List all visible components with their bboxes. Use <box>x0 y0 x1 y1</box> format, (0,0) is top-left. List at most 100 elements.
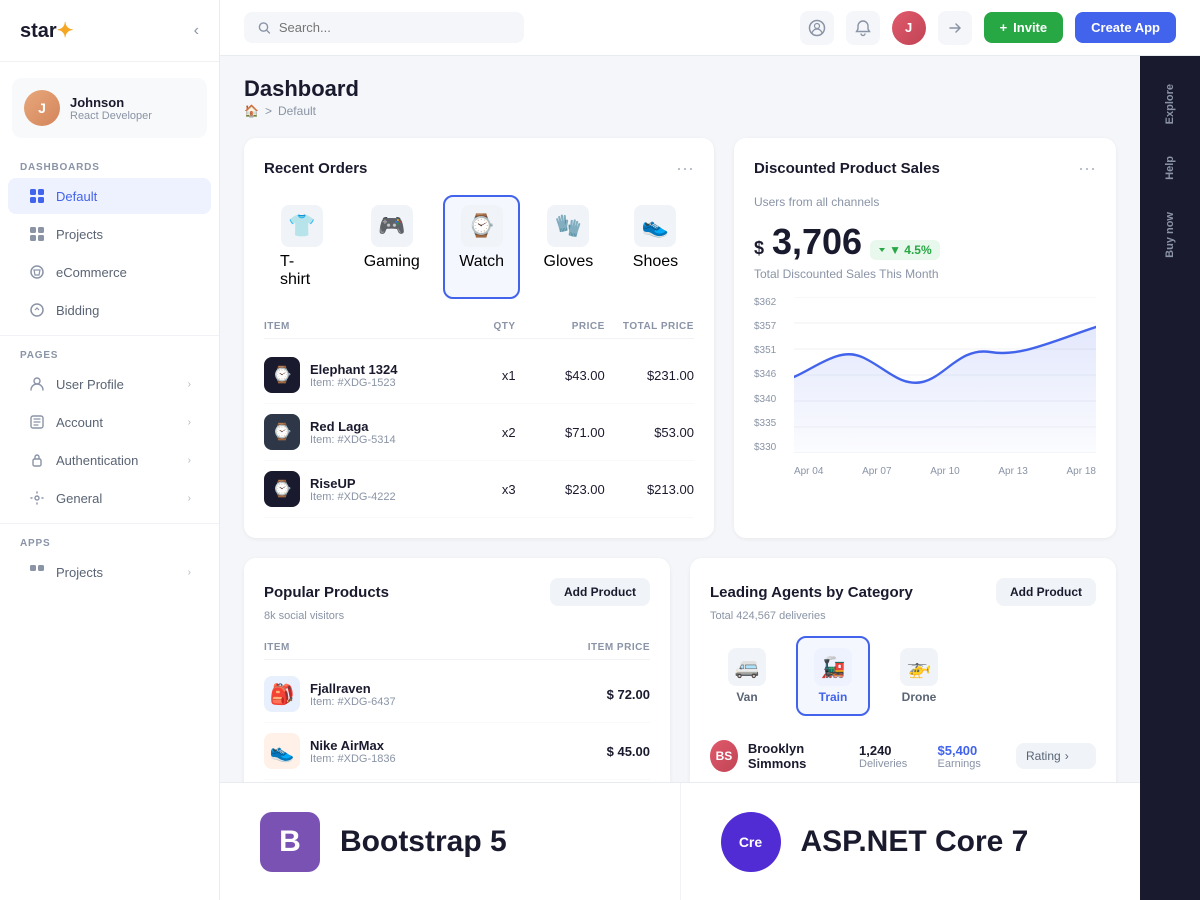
dashboards-section-label: DASHBOARDS <box>0 154 219 177</box>
recent-orders-card: Recent Orders ··· 👕 T-shirt 🎮 Gaming <box>244 138 714 538</box>
sidebar-item-bidding[interactable]: Bidding <box>8 292 211 328</box>
product-price: $ 45.00 <box>521 744 650 759</box>
agent-avatar: BS <box>710 740 738 772</box>
category-tab-watch[interactable]: ⌚ Watch <box>443 195 519 299</box>
main-area: J + Invite Create App Dashboard 🏠 > <box>220 0 1200 900</box>
sidebar-item-label: eCommerce <box>56 265 127 280</box>
breadcrumb: 🏠 > Default <box>244 104 359 118</box>
sales-title: Discounted Product Sales <box>754 160 940 177</box>
promo-overlay: B Bootstrap 5 Cre ASP.NET Core 7 <box>220 782 1140 900</box>
product-item: 🎒 Fjallraven Item: #XDG-6437 <box>264 676 521 712</box>
list-item: 🎒 Fjallraven Item: #XDG-6437 $ 72.00 <box>264 666 650 723</box>
product-price: $ 72.00 <box>521 687 650 702</box>
create-app-button[interactable]: Create App <box>1075 12 1176 43</box>
sidebar-item-label: Account <box>56 415 103 430</box>
cat-label: Shoes <box>633 253 678 271</box>
invite-button[interactable]: + Invite <box>984 12 1064 43</box>
user-avatar-topbar[interactable]: J <box>892 11 926 45</box>
explore-item[interactable]: Explore <box>1156 72 1184 136</box>
leading-agents-header: Leading Agents by Category Add Product <box>710 578 1096 606</box>
sidebar-item-default[interactable]: Default <box>8 178 211 214</box>
page-title-area: Dashboard 🏠 > Default <box>244 76 359 118</box>
sidebar-collapse-button[interactable]: ‹ <box>194 22 199 40</box>
recent-orders-title: Recent Orders <box>264 160 367 177</box>
bidding-icon <box>28 301 46 319</box>
add-product-button-2[interactable]: Add Product <box>996 578 1096 606</box>
sidebar-divider-2 <box>0 523 219 524</box>
add-product-button[interactable]: Add Product <box>550 578 650 606</box>
chevron-down-icon: › <box>188 455 191 466</box>
sidebar-item-projects[interactable]: Projects <box>8 216 211 252</box>
search-icon <box>258 21 271 35</box>
account-icon <box>28 413 46 431</box>
user-circle-icon[interactable] <box>800 11 834 45</box>
sidebar: star✦ ‹ J Johnson React Developer DASHBO… <box>0 0 220 900</box>
sales-number: 3,706 <box>772 221 862 263</box>
trend-down-icon <box>878 246 886 254</box>
avatar: J <box>24 90 60 126</box>
category-tab-tshirt[interactable]: 👕 T-shirt <box>264 195 340 299</box>
breadcrumb-home-icon: 🏠 <box>244 104 259 118</box>
order-price: $71.00 <box>524 425 605 440</box>
topbar: J + Invite Create App <box>220 0 1200 56</box>
rating-button[interactable]: Rating › <box>1016 743 1096 769</box>
order-details: Red Laga Item: #XDG-5314 <box>310 419 396 446</box>
chart-svg-wrapper <box>794 297 1096 453</box>
sidebar-item-ecommerce[interactable]: eCommerce <box>8 254 211 290</box>
agent-tab-train[interactable]: 🚂 Train <box>796 636 870 716</box>
topbar-right: J + Invite Create App <box>800 11 1176 45</box>
category-tab-gaming[interactable]: 🎮 Gaming <box>348 195 435 299</box>
agent-tab-drone[interactable]: 🚁 Drone <box>882 636 956 716</box>
order-qty: x1 <box>434 368 515 383</box>
sidebar-item-authentication[interactable]: Authentication › <box>8 442 211 478</box>
search-box[interactable] <box>244 12 524 43</box>
sidebar-item-general[interactable]: General › <box>8 480 211 516</box>
order-item: ⌚ Red Laga Item: #XDG-5314 <box>264 414 426 450</box>
buy-now-item[interactable]: Buy now <box>1156 200 1184 270</box>
agent-tab-van[interactable]: 🚐 Van <box>710 636 784 716</box>
category-tab-shoes[interactable]: 👟 Shoes <box>617 195 694 299</box>
order-item: ⌚ RiseUP Item: #XDG-4222 <box>264 471 426 507</box>
ecommerce-icon <box>28 263 46 281</box>
table-row: BS Brooklyn Simmons 1,240 Deliveries $5,… <box>710 730 1096 783</box>
line-chart-svg <box>794 297 1096 453</box>
category-tab-gloves[interactable]: 🧤 Gloves <box>528 195 609 299</box>
card-menu-icon[interactable]: ··· <box>676 158 694 179</box>
chevron-down-icon: › <box>188 493 191 504</box>
van-icon: 🚐 <box>728 648 766 686</box>
apps-section-label: APPS <box>0 530 219 553</box>
order-total: $53.00 <box>613 425 694 440</box>
sidebar-item-user-profile[interactable]: User Profile › <box>8 366 211 402</box>
order-price: $43.00 <box>524 368 605 383</box>
projects-app-icon <box>28 563 46 581</box>
sidebar-item-projects-app[interactable]: Projects › <box>8 554 211 590</box>
product-image: 🎒 <box>264 676 300 712</box>
sales-card-menu-icon[interactable]: ··· <box>1078 158 1096 179</box>
user-role: React Developer <box>70 110 152 122</box>
order-image: ⌚ <box>264 357 300 393</box>
search-input[interactable] <box>279 20 510 35</box>
sales-amount: $ 3,706 ▼ 4.5% <box>754 221 1096 263</box>
orders-table-header: ITEM QTY PRICE TOTAL PRICE <box>264 315 694 339</box>
breadcrumb-current: Default <box>278 104 316 118</box>
notification-icon[interactable] <box>846 11 880 45</box>
tshirt-icon: 👕 <box>281 205 323 247</box>
order-price: $23.00 <box>524 482 605 497</box>
content-area: Dashboard 🏠 > Default Recent Orders ··· <box>220 56 1140 900</box>
category-tabs: 👕 T-shirt 🎮 Gaming ⌚ Watch 🧤 <box>264 195 694 299</box>
help-item[interactable]: Help <box>1156 144 1184 192</box>
chart-y-labels: $362 $357 $351 $346 $340 $335 $330 <box>754 297 776 453</box>
popular-products-header: Popular Products Add Product <box>264 578 650 606</box>
sidebar-item-label: Authentication <box>56 453 138 468</box>
product-item: 👟 Nike AirMax Item: #XDG-1836 <box>264 733 521 769</box>
user-info: Johnson React Developer <box>70 95 152 122</box>
drone-icon: 🚁 <box>900 648 938 686</box>
popular-products-title: Popular Products <box>264 584 389 601</box>
breadcrumb-separator: > <box>265 104 272 118</box>
user-profile-card[interactable]: J Johnson React Developer <box>12 78 207 138</box>
sidebar-item-account[interactable]: Account › <box>8 404 211 440</box>
arrow-right-icon[interactable] <box>938 11 972 45</box>
orders-table: ITEM QTY PRICE TOTAL PRICE ⌚ Elephant 13… <box>264 315 694 518</box>
gaming-icon: 🎮 <box>371 205 413 247</box>
chevron-down-icon: › <box>188 417 191 428</box>
